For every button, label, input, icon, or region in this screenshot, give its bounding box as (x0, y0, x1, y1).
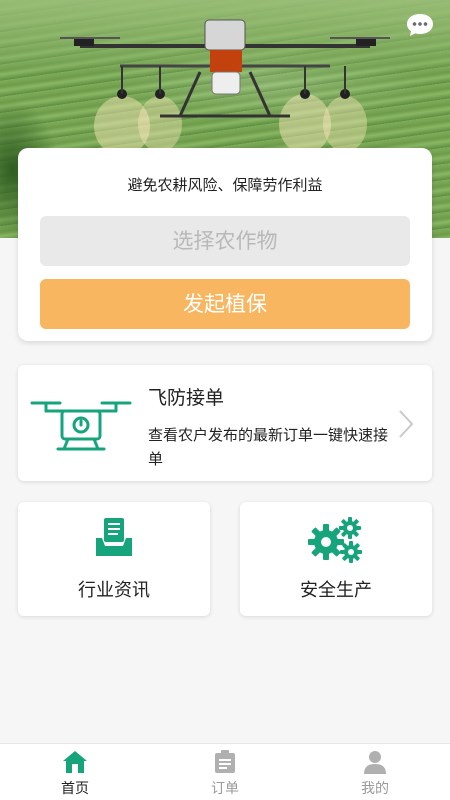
flight-order-description: 查看农户发布的最新订单一键快速接单 (148, 426, 389, 468)
tab-mine-label: 我的 (361, 781, 389, 797)
crop-select[interactable]: 选择农作物 (40, 216, 410, 266)
drone-photo (60, 19, 390, 156)
tab-orders[interactable]: 订单 (150, 744, 300, 800)
home-icon (62, 750, 88, 778)
user-icon (364, 750, 386, 778)
drone-icon (30, 395, 132, 457)
slogan-text: 避免农耕风险、保障劳作利益 (127, 176, 323, 194)
industry-news-tile[interactable]: 行业资讯 (18, 502, 210, 616)
safety-production-tile[interactable]: 安全生产 (240, 502, 432, 616)
crop-protection-card: 避免农耕风险、保障劳作利益 选择农作物 发起植保 (18, 148, 432, 341)
gears-icon (308, 516, 364, 568)
chevron-right-icon (398, 409, 414, 443)
tab-mine[interactable]: 我的 (300, 744, 450, 800)
tab-home-label: 首页 (61, 781, 89, 797)
industry-news-label: 行业资讯 (78, 580, 150, 601)
order-list-icon (214, 750, 236, 778)
bottom-tab-bar: 首页 订单 我的 (0, 743, 450, 800)
start-protection-button[interactable]: 发起植保 (40, 279, 410, 329)
tab-orders-label: 订单 (211, 781, 239, 797)
news-inbox-icon (94, 516, 134, 562)
flight-order-card[interactable]: 飞防接单 查看农户发布的最新订单一键快速接单 (18, 365, 432, 481)
chat-bubble-icon[interactable] (406, 12, 434, 38)
safety-production-label: 安全生产 (300, 580, 372, 601)
flight-order-title: 飞防接单 (148, 387, 225, 409)
tab-home[interactable]: 首页 (0, 744, 150, 800)
